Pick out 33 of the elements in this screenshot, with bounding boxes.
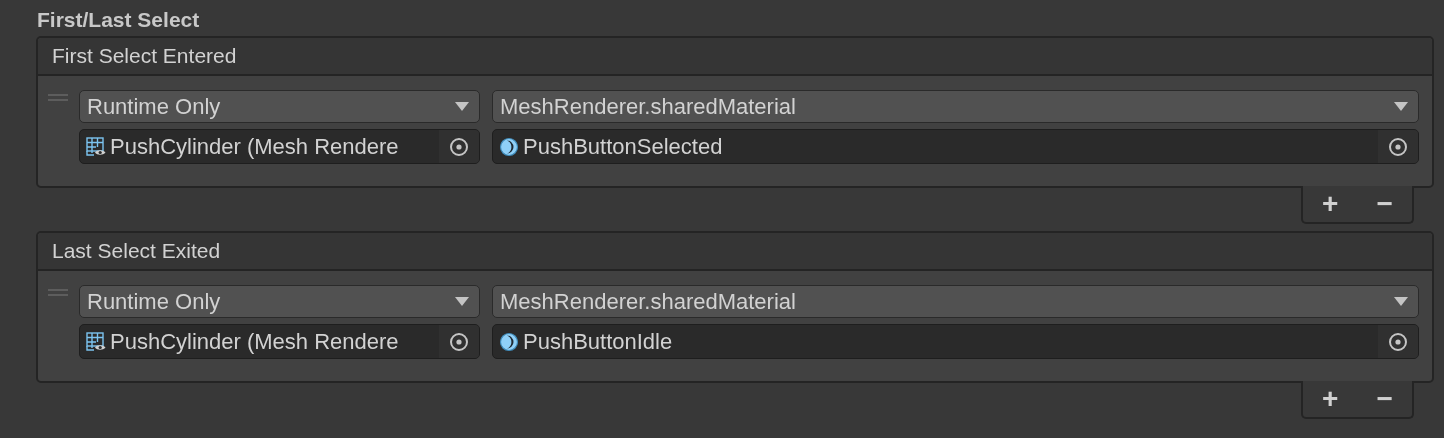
object-picker-button[interactable]	[439, 130, 479, 163]
caret-icon	[455, 297, 469, 306]
caret-icon	[1394, 297, 1408, 306]
remove-button[interactable]: −	[1372, 385, 1397, 413]
target-icon	[449, 136, 469, 157]
material-sphere-icon	[499, 136, 519, 157]
object-picker-button[interactable]	[1378, 325, 1418, 358]
target-icon	[449, 331, 469, 352]
object-picker-button[interactable]	[439, 325, 479, 358]
add-button[interactable]: +	[1318, 385, 1343, 413]
object-picker-button[interactable]	[1378, 130, 1418, 163]
event-title: Last Select Exited	[38, 233, 1432, 271]
material-field[interactable]: PushButtonIdle	[492, 324, 1419, 359]
material-field[interactable]: PushButtonSelected	[492, 129, 1419, 164]
caret-icon	[455, 102, 469, 111]
remove-button[interactable]: −	[1372, 190, 1397, 218]
target-icon	[1388, 331, 1408, 352]
target-icon	[1388, 136, 1408, 157]
function-dropdown[interactable]: MeshRenderer.sharedMaterial	[492, 90, 1419, 123]
add-button[interactable]: +	[1318, 190, 1343, 218]
caret-icon	[1394, 102, 1408, 111]
drag-handle-icon[interactable]	[48, 94, 68, 102]
mesh-renderer-icon	[86, 136, 106, 157]
call-state-dropdown[interactable]: Runtime Only	[79, 285, 480, 318]
call-state-dropdown[interactable]: Runtime Only	[79, 90, 480, 123]
mesh-renderer-icon	[86, 331, 106, 352]
drag-handle-icon[interactable]	[48, 289, 68, 297]
object-field[interactable]: PushCylinder (Mesh Rendere	[79, 129, 480, 164]
section-title: First/Last Select	[36, 7, 201, 33]
function-dropdown[interactable]: MeshRenderer.sharedMaterial	[492, 285, 1419, 318]
object-field[interactable]: PushCylinder (Mesh Rendere	[79, 324, 480, 359]
material-sphere-icon	[499, 331, 519, 352]
event-title: First Select Entered	[38, 38, 1432, 76]
